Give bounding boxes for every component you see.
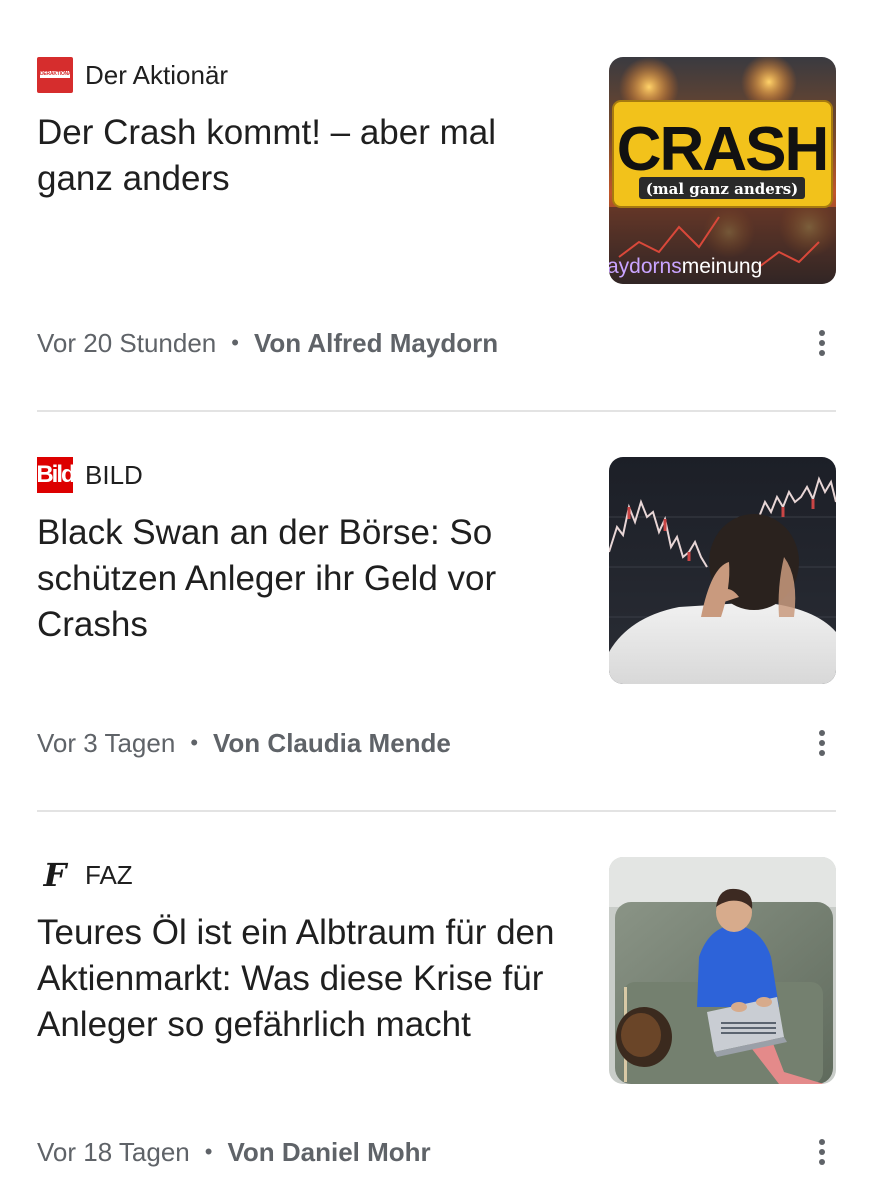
source-name: BILD [85,459,143,490]
source-name: Der Aktionär [85,59,229,90]
author-name: Von Alfred Maydorn [253,327,499,358]
article-card[interactable]: Bild BILD Black Swan an der Börse: So sc… [0,412,872,812]
article-source: Bild BILD [36,457,143,493]
article-thumbnail[interactable]: CRASH (mal ganz anders) aydornsmeinung [609,57,836,284]
meta-separator: • [190,730,199,755]
more-vert-icon[interactable] [802,723,842,763]
source-name: FAZ [85,859,133,890]
article-card[interactable]: F FAZ Teures Öl ist ein Albtraum für den… [0,812,872,1200]
der-aktionaer-logo: DERAKTIONAER.DE [37,57,73,93]
thumbnail-footer-text: aydornsmeinung [609,255,762,278]
article-headline[interactable]: Der Crash kommt! – aber mal ganz anders [37,110,577,202]
bild-logo: Bild [36,457,76,493]
article-thumbnail[interactable] [609,457,836,684]
thumbnail-big-text: CRASH [617,115,827,184]
article-source: F FAZ [37,856,133,894]
article-meta: Vor 20 Stunden • Von Alfred Maydorn [37,323,498,363]
more-vert-icon[interactable] [802,1132,842,1172]
faz-logo: F [43,856,67,894]
article-headline[interactable]: Black Swan an der Börse: So schützen Anl… [37,510,577,648]
publish-time: Vor 3 Tagen [37,727,176,758]
author-name: Von Daniel Mohr [227,1136,431,1167]
article-meta: Vor 3 Tagen • Von Claudia Mende [37,723,451,763]
author-name: Von Claudia Mende [213,727,451,758]
thumbnail-sub-text: (mal ganz anders) [646,180,799,198]
more-vert-icon[interactable] [802,323,842,363]
article-headline[interactable]: Teures Öl ist ein Albtraum für den Aktie… [37,910,577,1048]
publish-time: Vor 18 Tagen [37,1136,190,1167]
article-thumbnail[interactable] [609,857,836,1084]
article-source: DERAKTIONAER.DE Der Aktionär [37,57,228,93]
meta-separator: • [204,1139,213,1164]
article-meta: Vor 18 Tagen • Von Daniel Mohr [37,1132,431,1172]
publish-time: Vor 20 Stunden [37,327,217,358]
meta-separator: • [231,330,239,355]
article-card[interactable]: DERAKTIONAER.DE Der Aktionär Der Crash k… [0,0,872,412]
